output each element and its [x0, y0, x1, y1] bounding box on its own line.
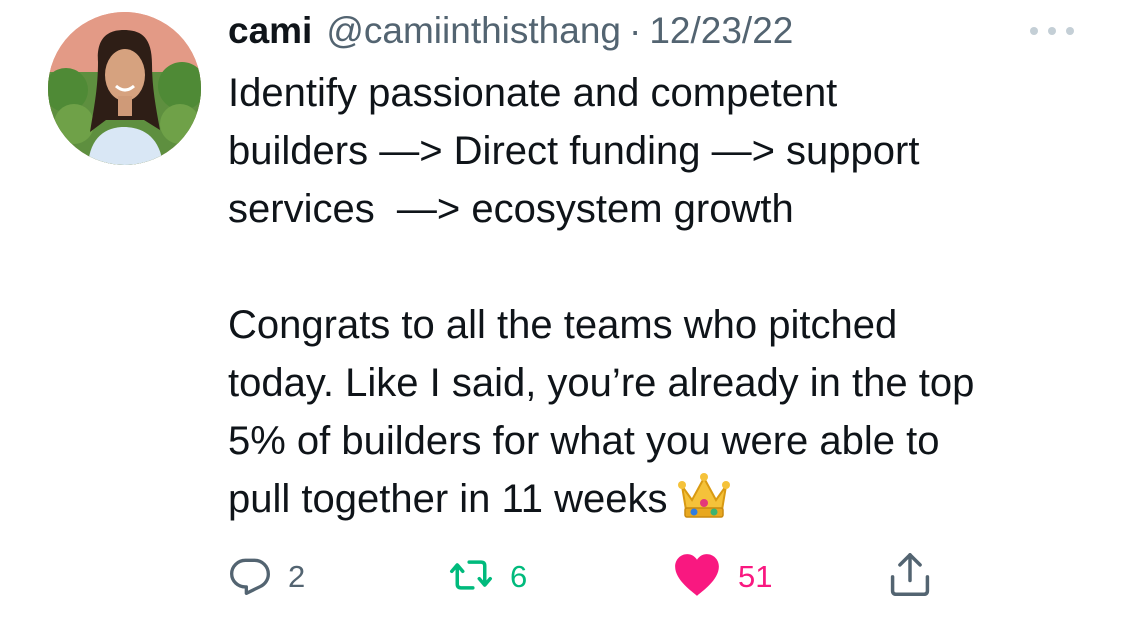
- avatar[interactable]: [48, 12, 201, 165]
- tweet-text-last-line: pull together in 11 weeks: [228, 470, 1108, 528]
- reply-button[interactable]: 2: [228, 550, 305, 604]
- more-horizontal-icon[interactable]: [1030, 22, 1074, 40]
- tweet-text-line: Congrats to all the teams who pitched: [228, 303, 898, 347]
- more-dot: [1030, 27, 1038, 35]
- tweet-text-line: today. Like I said, you’re already in th…: [228, 361, 975, 405]
- tweet-date[interactable]: 12/23/22: [649, 10, 793, 52]
- display-name[interactable]: cami: [228, 10, 312, 52]
- crown-emoji: [676, 472, 732, 536]
- reply-icon: [228, 553, 272, 602]
- retweet-count: 6: [510, 559, 528, 594]
- tweet-card: cami @camiinthisthang · 12/23/22 Identif…: [0, 0, 1125, 627]
- tweet-text-line: services —> ecosystem growth: [228, 187, 794, 231]
- tweet-header: cami @camiinthisthang · 12/23/22: [228, 10, 793, 56]
- more-dot: [1066, 27, 1074, 35]
- retweet-icon: [448, 553, 494, 602]
- retweet-button[interactable]: 6: [448, 550, 527, 604]
- tweet-text-line: pull together in 11 weeks: [228, 477, 668, 521]
- share-button[interactable]: [888, 550, 932, 604]
- like-button[interactable]: 51: [672, 550, 772, 604]
- tweet-text: Identify passionate and competent builde…: [228, 64, 1108, 528]
- header-separator: ·: [629, 10, 642, 51]
- tweet-text-line: 5% of builders for what you were able to: [228, 419, 940, 463]
- reply-count: 2: [288, 559, 306, 594]
- user-handle[interactable]: @camiinthisthang: [326, 10, 621, 52]
- share-icon: [888, 551, 932, 604]
- heart-icon: [672, 552, 722, 603]
- more-dot: [1048, 27, 1056, 35]
- tweet-text-line: builders —> Direct funding —> support: [228, 129, 920, 173]
- action-bar: 2 6 51: [228, 550, 948, 604]
- like-count: 51: [738, 559, 773, 594]
- tweet-text-line: Identify passionate and competent: [228, 71, 838, 115]
